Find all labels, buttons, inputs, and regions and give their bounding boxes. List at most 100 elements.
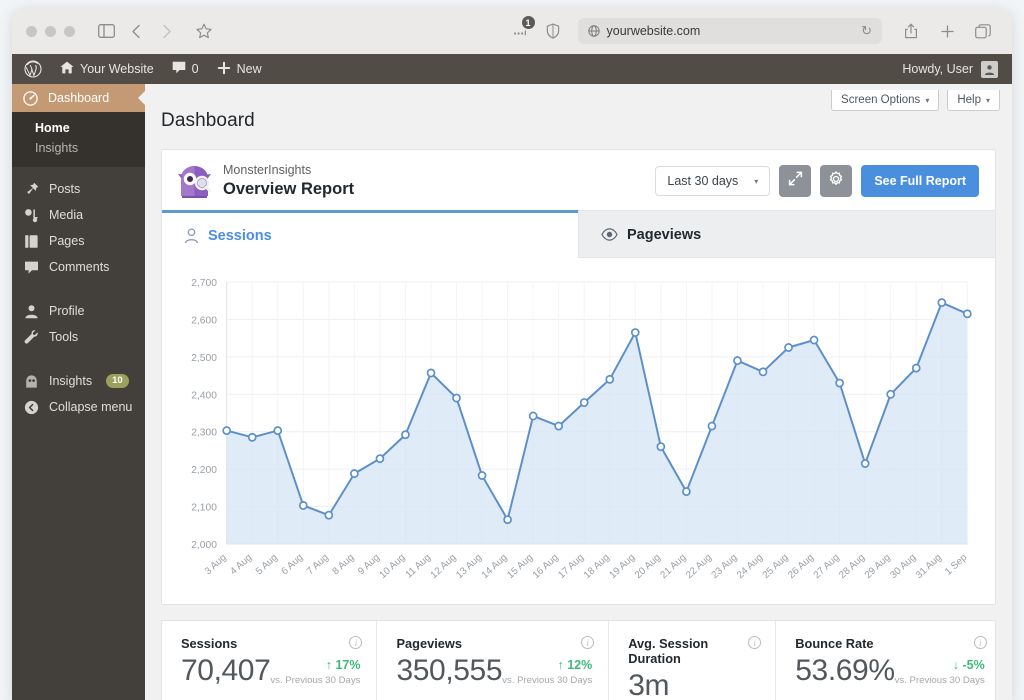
sidebar-item-dashboard-label: Dashboard [48, 91, 110, 105]
screen-options-button[interactable]: Screen Options ▾ [831, 90, 940, 111]
collapse-icon [23, 399, 40, 416]
x-axis-tick-label: 8 Aug [331, 552, 357, 577]
shield-icon[interactable] [538, 16, 568, 46]
chart-data-point[interactable] [835, 378, 844, 388]
chart-data-point[interactable] [733, 356, 742, 366]
chart-data-point[interactable] [784, 343, 793, 353]
x-axis-tick-label: 18 Aug [582, 552, 612, 581]
sidebar-subitem-insights[interactable]: Insights [12, 138, 145, 158]
x-axis-tick-label: 26 Aug [786, 552, 816, 581]
chart-data-point[interactable] [324, 510, 334, 520]
pages-icon [23, 233, 40, 250]
url-text: yourwebsite.com [606, 24, 701, 38]
expand-arrows-button[interactable] [779, 165, 812, 198]
date-range-select[interactable]: Last 30 days ▾ [655, 166, 771, 197]
sessions-area-chart[interactable]: 2,000 2,100 2,200 2,300 2,400 2,500 2,600 2,700… [170, 270, 981, 600]
wp-body: Dashboard Home Insights Posts Media Page… [12, 84, 1012, 700]
chart-data-point[interactable] [962, 309, 972, 319]
monsterinsights-overview-card: MonsterInsights Overview Report Last 30 … [161, 149, 996, 606]
sidebar-item-insights[interactable]: Insights 10 [12, 368, 145, 394]
expand-arrows-icon [788, 171, 803, 191]
chart-data-point[interactable] [298, 501, 308, 511]
stat-value: 70,407 [181, 654, 271, 688]
back-icon[interactable] [121, 16, 151, 46]
sidebar-item-comments[interactable]: Comments [12, 254, 145, 280]
bookmark-star-icon[interactable] [189, 16, 219, 46]
screenshot-root: 1 yourwebsite.com ↻ Your Website 0 New H… [0, 0, 1024, 700]
chart-data-point[interactable] [350, 469, 359, 479]
close-window-dot[interactable] [26, 25, 37, 37]
address-bar[interactable]: yourwebsite.com ↻ [577, 18, 882, 44]
x-axis-tick-label: 20 Aug [633, 552, 663, 581]
sidebar-item-posts[interactable]: Posts [12, 176, 145, 202]
sidebar-item-collapse-label: Collapse menu [49, 400, 133, 414]
chart-data-point[interactable] [911, 363, 921, 373]
forward-icon[interactable] [151, 16, 181, 46]
chart-data-point[interactable] [401, 430, 410, 440]
comment-bubble-icon [172, 61, 186, 77]
sidebar-item-media[interactable]: Media [12, 202, 145, 228]
window-traffic-lights[interactable] [26, 25, 75, 37]
stat-delta-value: 17% [335, 657, 361, 672]
help-button[interactable]: Help ▾ [947, 90, 1000, 111]
sidebar-item-dashboard[interactable]: Dashboard [12, 84, 145, 112]
chart-data-point[interactable] [503, 515, 512, 525]
chart-data-point[interactable] [886, 390, 896, 399]
new-tab-icon[interactable] [932, 16, 962, 46]
x-axis-tick-label: 14 Aug [480, 552, 510, 581]
chart-data-point[interactable] [528, 411, 538, 421]
tab-pageviews[interactable]: Pageviews [578, 210, 995, 259]
new-item[interactable]: New [208, 54, 271, 84]
comments-item[interactable]: 0 [163, 54, 208, 84]
chart-data-point[interactable] [247, 433, 257, 443]
x-axis-tick-label: 5 Aug [254, 552, 280, 577]
see-full-report-button[interactable]: See Full Report [861, 165, 979, 198]
chart-data-point[interactable] [554, 421, 564, 431]
chart-data-point[interactable] [452, 393, 461, 403]
stat-comparison-label: vs. Previous 30 Days [894, 674, 985, 686]
sidebar-subitem-home[interactable]: Home [12, 118, 145, 138]
chart-data-point[interactable] [426, 368, 436, 378]
chart-data-point[interactable] [630, 328, 640, 338]
globe-icon [587, 25, 600, 37]
chart-data-point[interactable] [605, 375, 615, 385]
tab-sessions[interactable]: Sessions [162, 210, 578, 259]
sidebar-item-profile[interactable]: Profile [12, 298, 145, 324]
chart-data-point[interactable] [809, 335, 819, 345]
reload-icon[interactable]: ↻ [861, 23, 872, 39]
report-titles: MonsterInsights Overview Report [223, 163, 354, 199]
chart-data-point[interactable] [375, 454, 385, 464]
chart-data-point[interactable] [707, 421, 717, 431]
minimize-window-dot[interactable] [45, 25, 56, 37]
extensions-icon[interactable]: 1 [504, 16, 538, 46]
chart-data-point[interactable] [937, 298, 947, 308]
chart-data-point[interactable] [682, 487, 691, 497]
chart-data-point[interactable] [273, 426, 283, 436]
wp-logo-item[interactable] [20, 54, 51, 84]
info-icon[interactable]: i [581, 636, 595, 650]
wordpress-icon [24, 60, 42, 78]
chart-data-point[interactable] [860, 459, 870, 469]
info-icon[interactable]: i [349, 636, 363, 650]
tab-overview-icon[interactable] [968, 16, 998, 46]
trend-arrow-icon: ↑ [557, 657, 564, 672]
chevron-down-icon: ▾ [925, 95, 930, 105]
settings-button[interactable] [820, 165, 853, 198]
chart-data-point[interactable] [222, 426, 232, 436]
account-item[interactable]: Howdy, User [902, 60, 1002, 78]
tab-sessions-label: Sessions [208, 228, 272, 245]
x-axis-tick-label: 15 Aug [505, 552, 535, 581]
sidebar-item-tools[interactable]: Tools [12, 324, 145, 350]
maximize-window-dot[interactable] [64, 25, 75, 37]
chart-data-point[interactable] [656, 442, 666, 452]
share-icon[interactable] [896, 16, 926, 46]
chart-data-point[interactable] [477, 471, 487, 481]
sidebar-toggle-icon[interactable] [91, 16, 121, 46]
info-icon[interactable]: i [973, 636, 987, 650]
chart-data-point[interactable] [758, 367, 768, 377]
sidebar-item-pages[interactable]: Pages [12, 228, 145, 254]
chart-data-point[interactable] [579, 398, 589, 408]
sidebar-item-collapse-menu[interactable]: Collapse menu [12, 394, 145, 420]
info-icon[interactable]: i [748, 636, 762, 650]
site-name-item[interactable]: Your Website [51, 54, 163, 84]
